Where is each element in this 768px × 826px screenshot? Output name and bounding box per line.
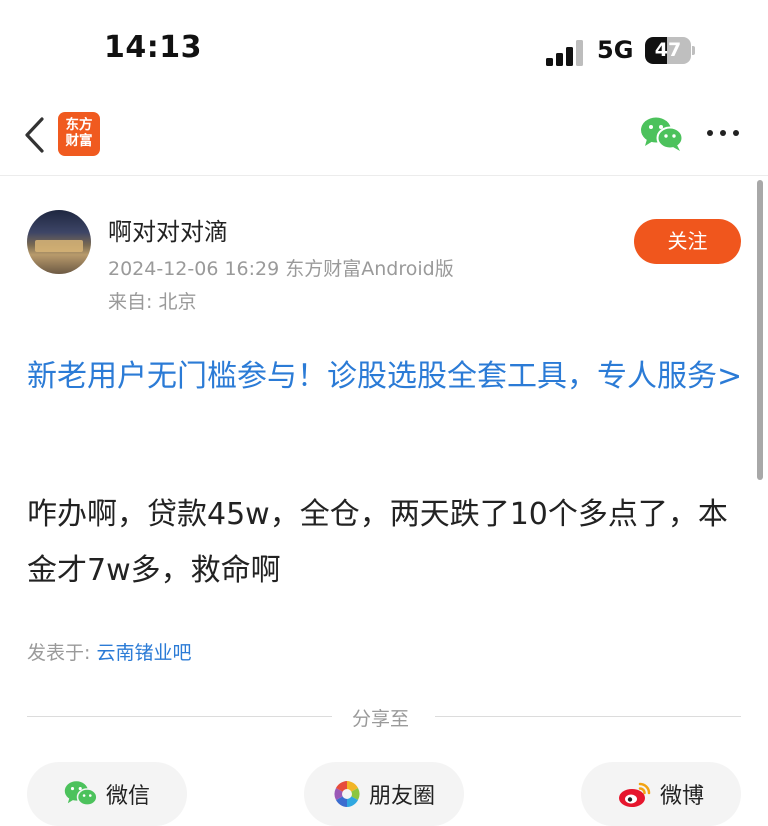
author-name[interactable]: 啊对对对滴 bbox=[108, 212, 228, 247]
battery-level: 47 bbox=[654, 39, 682, 61]
moments-icon bbox=[334, 781, 360, 807]
wechat-share-icon[interactable] bbox=[640, 116, 684, 152]
follow-button[interactable]: 关注 bbox=[634, 219, 741, 264]
share-divider-right bbox=[435, 716, 741, 717]
status-time: 14:13 bbox=[104, 30, 202, 65]
logo-line-1: 东方 bbox=[65, 117, 93, 133]
share-moments-label: 朋友圈 bbox=[368, 784, 435, 809]
share-moments-button[interactable]: 朋友圈 bbox=[304, 762, 464, 826]
wechat-icon bbox=[64, 781, 98, 806]
nav-divider bbox=[0, 175, 768, 176]
more-icon[interactable] bbox=[707, 130, 741, 138]
share-label: 分享至 bbox=[352, 708, 410, 730]
avatar[interactable] bbox=[27, 210, 91, 274]
post-content: 咋办啊，贷款45w，全仓，两天跌了10个多点了，本金才7w多，救命啊 bbox=[27, 497, 728, 588]
stock-bar-link[interactable]: 云南锗业吧 bbox=[96, 642, 191, 664]
post-meta: 2024-12-06 16:29 东方财富Android版 bbox=[108, 258, 454, 280]
network-type: 5G bbox=[597, 36, 634, 64]
share-weibo-label: 微博 bbox=[659, 784, 704, 809]
battery-icon: 47 bbox=[645, 37, 695, 64]
eastmoney-logo[interactable]: 东方 财富 bbox=[58, 112, 100, 156]
share-divider-left bbox=[27, 716, 332, 717]
back-arrow-icon[interactable] bbox=[22, 116, 48, 154]
posted-in: 发表于: 云南锗业吧 bbox=[27, 638, 191, 665]
posted-prefix: 发表于: bbox=[27, 642, 97, 664]
promo-link[interactable]: 新老用户无门槛参与！诊股选股全套工具，专人服务> bbox=[27, 352, 749, 401]
scrollbar[interactable] bbox=[757, 180, 763, 480]
cellular-signal-icon bbox=[546, 40, 586, 66]
post-location: 来自: 北京 bbox=[108, 291, 197, 313]
weibo-icon bbox=[618, 782, 651, 807]
share-weibo-button[interactable]: 微博 bbox=[581, 762, 741, 826]
logo-line-2: 财富 bbox=[65, 133, 93, 149]
share-wechat-label: 微信 bbox=[105, 784, 150, 809]
share-wechat-button[interactable]: 微信 bbox=[27, 762, 187, 826]
